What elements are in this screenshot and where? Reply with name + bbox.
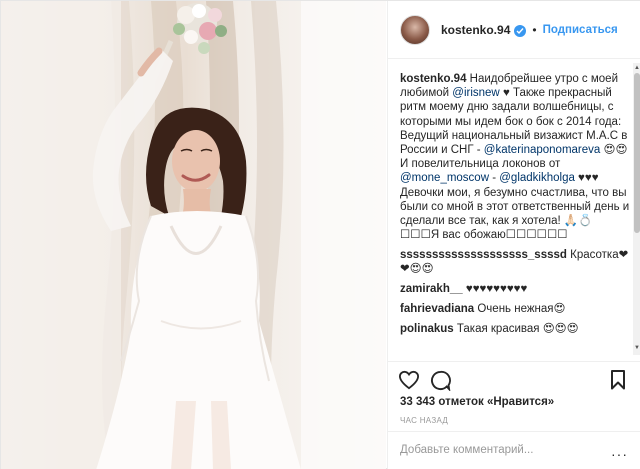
comment-input[interactable] (400, 444, 600, 456)
add-comment-bar: ··· (388, 431, 640, 469)
comment-username[interactable]: fahrievadiana (400, 303, 474, 315)
comment-item: fahrievadiana Очень нежная😍 (400, 302, 632, 316)
comment-text: Очень нежная😍 (477, 303, 566, 316)
comment-text: Такая красивая 😍😍😍 (456, 323, 579, 336)
post-photo[interactable] (1, 1, 386, 469)
post-actions (388, 361, 640, 395)
verified-badge-icon (514, 24, 527, 37)
mention-irisnew[interactable]: @irisnew (452, 87, 499, 99)
comment-text: ♥♥♥♥♥♥♥♥♥ (465, 283, 528, 296)
comment-item: ssssssssssssssssssss_ssssd Красотка❤❤😍😍 (400, 248, 632, 276)
comment-username[interactable]: ssssssssssssssssssss_ssssd (400, 249, 567, 261)
header-username[interactable]: kostenko.94 (441, 23, 510, 37)
comment-item: polinakus Такая красивая 😍😍😍 (400, 322, 632, 336)
comment-username[interactable]: zamirakh__ (400, 283, 463, 295)
separator-dot: • (532, 22, 537, 37)
bookmark-icon[interactable] (610, 370, 626, 393)
post-caption: kostenko.94 Наидобрейшее утро с моей люб… (400, 72, 632, 242)
comments-list[interactable]: kostenko.94 Наидобрейшее утро с моей люб… (388, 60, 634, 360)
caption-username[interactable]: kostenko.94 (400, 73, 466, 85)
scrollbar-thumb[interactable] (634, 73, 640, 233)
mention-katerinaponomareva[interactable]: @katerinaponomareva (484, 144, 601, 156)
mention-gladkikholga[interactable]: @gladkikholga (499, 172, 575, 184)
comment-item: zamirakh__ ♥♥♥♥♥♥♥♥♥ (400, 282, 632, 296)
scroll-up-arrow-icon[interactable]: ▲ (634, 65, 640, 71)
more-options-icon[interactable]: ··· (611, 446, 628, 462)
mention-mone-moscow[interactable]: @mone_moscow (400, 172, 489, 184)
post-timestamp[interactable]: ЧАС НАЗАД (400, 416, 448, 425)
likes-count[interactable]: 33 343 отметок «Нравится» (400, 396, 554, 408)
bride-photo-illustration (1, 1, 386, 469)
instagram-post: kostenko.94 • Подписаться kostenko.94 На… (0, 0, 640, 469)
post-header: kostenko.94 • Подписаться (388, 1, 640, 59)
caption-text-4: - (489, 172, 500, 185)
comment-username[interactable]: polinakus (400, 323, 454, 335)
follow-button[interactable]: Подписаться (543, 24, 618, 36)
scroll-down-arrow-icon[interactable]: ▼ (634, 345, 640, 351)
comment-bubble-icon[interactable] (430, 370, 451, 394)
avatar[interactable] (400, 14, 430, 45)
post-side-panel: kostenko.94 • Подписаться kostenko.94 На… (387, 1, 640, 469)
heart-icon[interactable] (398, 370, 420, 393)
